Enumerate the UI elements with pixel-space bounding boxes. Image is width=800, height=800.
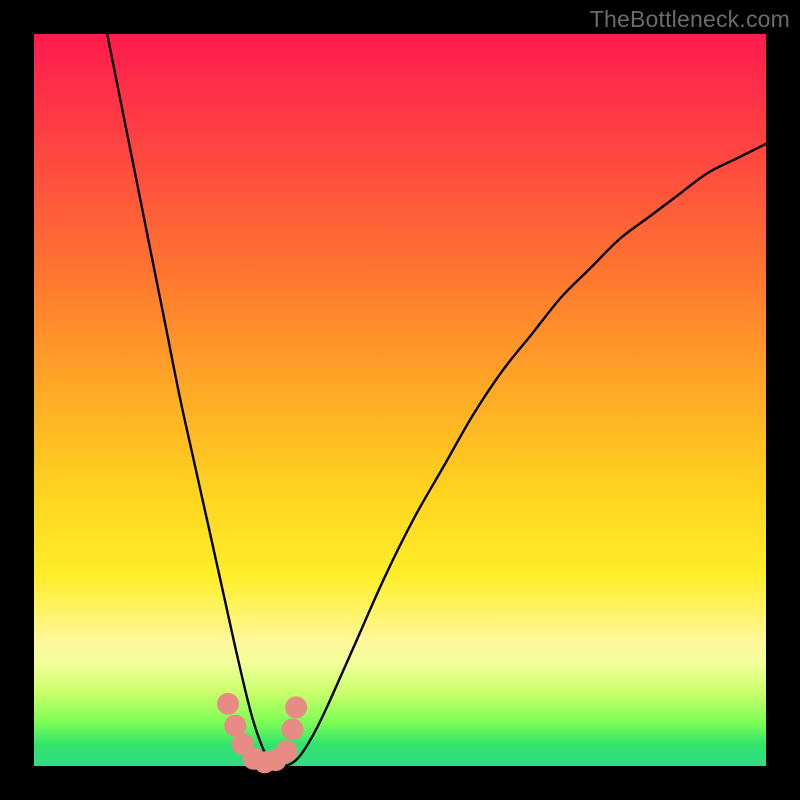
chart-plot-area bbox=[34, 34, 766, 766]
curve-marker bbox=[217, 693, 239, 715]
curve-marker bbox=[281, 718, 303, 740]
watermark-text: TheBottleneck.com bbox=[590, 6, 790, 33]
curve-marker bbox=[276, 740, 298, 762]
bottleneck-curve-svg bbox=[34, 34, 766, 766]
chart-frame: TheBottleneck.com bbox=[0, 0, 800, 800]
bottleneck-curve bbox=[107, 34, 766, 766]
curve-marker bbox=[285, 696, 307, 718]
